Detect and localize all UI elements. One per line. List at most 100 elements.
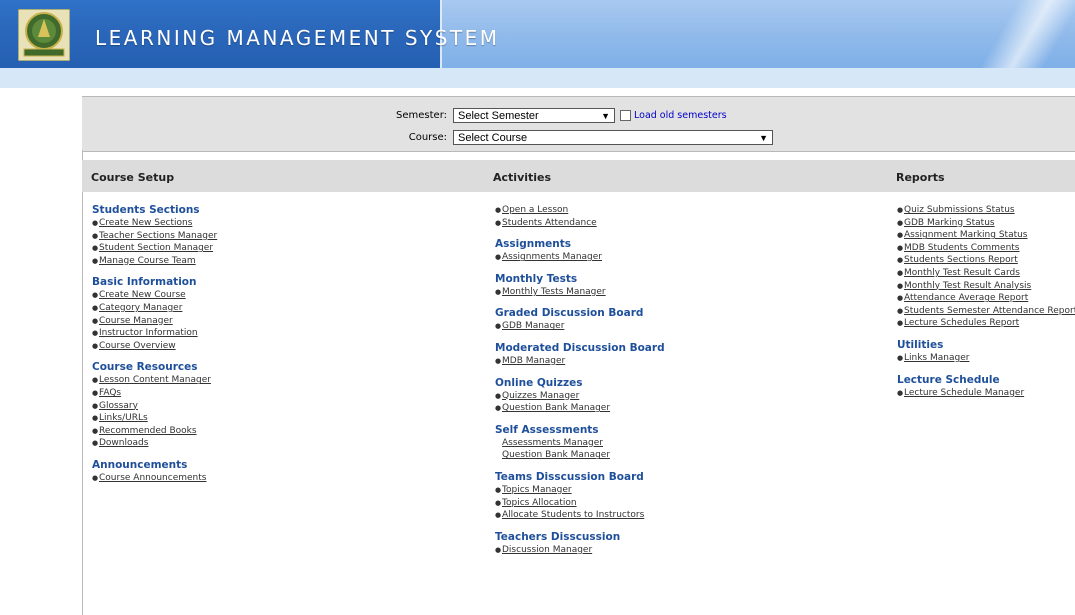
link-label: Monthly Tests Manager	[502, 286, 606, 297]
group-title: Self Assessments	[495, 423, 599, 436]
content-border	[82, 150, 83, 615]
link-label: Instructor Information	[99, 328, 198, 339]
link-label: Quiz Submissions Status	[904, 205, 1015, 215]
link-label: Question Bank Manager	[502, 403, 611, 414]
bullet-icon: ●	[495, 206, 502, 214]
app-title: LEARNING MANAGEMENT SYSTEM	[95, 26, 500, 50]
bullet-icon: ●	[92, 256, 99, 265]
link-label: GDB Manager	[502, 321, 565, 332]
link-assignment-marking-status[interactable]: ●Assignment Marking Status	[897, 229, 1075, 242]
chevron-down-icon: ▼	[601, 110, 610, 121]
reports-column: ●Quiz Submissions Status ●GDB Marking Sta…	[897, 204, 1075, 408]
link-question-bank-manager[interactable]: Question Bank Manager	[495, 449, 665, 462]
link-label: Assignment Marking Status	[904, 230, 1028, 241]
link-label: Links/URLs	[99, 413, 148, 424]
university-seal-logo	[18, 9, 70, 61]
course-row: Course: Select Course ▼	[377, 130, 773, 145]
link-discussion-manager[interactable]: ●Discussion Manager	[495, 544, 665, 557]
course-select[interactable]: Select Course ▼	[453, 130, 773, 145]
link-group: Course Resources ●Lesson Content Manager ●…	[92, 361, 217, 450]
link-group: ●Quiz Submissions Status ●GDB Marking Sta…	[897, 204, 1075, 330]
link-gdb-manager[interactable]: ●GDB Manager	[495, 320, 665, 333]
link-label: Category Manager	[99, 302, 183, 313]
link-downloads[interactable]: ●Downloads	[92, 437, 217, 450]
link-lecture-schedules-report[interactable]: ●Lecture Schedules Report	[897, 317, 1075, 330]
app-header: LEARNING MANAGEMENT SYSTEM	[0, 0, 1075, 68]
semester-select[interactable]: Select Semester ▼	[453, 108, 615, 123]
link-label: Create New Sections	[99, 218, 193, 228]
link-quizzes-manager[interactable]: ●Quizzes Manager	[495, 390, 665, 403]
chevron-down-icon: ▼	[759, 132, 768, 143]
link-create-new-sections[interactable]: ●Create New Sections	[92, 217, 217, 230]
link-label: Downloads	[99, 438, 149, 449]
semester-label: Semester:	[396, 110, 447, 121]
link-faqs[interactable]: ●FAQs	[92, 387, 217, 400]
link-course-manager[interactable]: ●Course Manager	[92, 315, 217, 328]
link-manage-course-team[interactable]: ●Manage Course Team	[92, 255, 217, 268]
link-label: MDB Manager	[502, 355, 566, 366]
link-quiz-submissions-status[interactable]: ●Quiz Submissions Status	[897, 204, 1075, 217]
link-label: Course Manager	[99, 315, 173, 326]
link-label: Open a Lesson	[502, 205, 569, 215]
bullet-icon: ●	[495, 218, 502, 227]
link-assessments-manager[interactable]: Assessments Manager	[495, 437, 665, 450]
bullet-icon: ●	[495, 404, 502, 413]
link-student-section-manager[interactable]: ●Student Section Manager	[92, 242, 217, 255]
bullet-icon: ●	[897, 218, 904, 227]
link-recommended-books[interactable]: ●Recommended Books	[92, 425, 217, 438]
link-label: Monthly Test Result Analysis	[904, 280, 1032, 291]
link-course-announcements[interactable]: ●Course Announcements	[92, 472, 217, 485]
link-monthly-test-result-analysis[interactable]: ●Monthly Test Result Analysis	[897, 280, 1075, 293]
link-students-attendance[interactable]: ●Students Attendance	[495, 217, 665, 230]
link-topics-manager[interactable]: ●Topics Manager	[495, 484, 665, 497]
link-lesson-content-manager[interactable]: ●Lesson Content Manager	[92, 374, 217, 387]
link-links-manager[interactable]: ●Links Manager	[897, 352, 1075, 365]
group-title: Online Quizzes	[495, 376, 583, 389]
link-teacher-sections-manager[interactable]: ●Teacher Sections Manager	[92, 230, 217, 243]
link-group: Moderated Discussion Board ●MDB Manager	[495, 342, 665, 368]
link-category-manager[interactable]: ●Category Manager	[92, 302, 217, 315]
link-gdb-marking-status[interactable]: ●GDB Marking Status	[897, 217, 1075, 230]
load-old-semesters-label[interactable]: Load old semesters	[634, 110, 727, 121]
link-label: Question Bank Manager	[502, 450, 611, 461]
link-instructor-information[interactable]: ●Instructor Information	[92, 327, 217, 340]
link-mdb-manager[interactable]: ●MDB Manager	[495, 355, 665, 368]
link-label: Lecture Schedules Report	[904, 318, 1020, 329]
link-monthly-tests-manager[interactable]: ●Monthly Tests Manager	[495, 286, 665, 299]
link-create-new-course[interactable]: ●Create New Course	[92, 289, 217, 302]
link-group: ●Open a Lesson ●Students Attendance	[495, 204, 665, 229]
link-group: Self Assessments Assessments Manager Quest…	[495, 424, 665, 462]
link-links-urls[interactable]: ●Links/URLs	[92, 412, 217, 425]
link-group: Monthly Tests ●Monthly Tests Manager	[495, 273, 665, 299]
link-open-a-lesson[interactable]: ●Open a Lesson	[495, 204, 665, 217]
link-mdb-students-comments[interactable]: ●MDB Students Comments	[897, 242, 1075, 255]
bullet-icon: ●	[897, 231, 904, 240]
bullet-icon: ●	[897, 281, 904, 290]
link-students-semester-attendance-report[interactable]: ●Students Semester Attendance Report	[897, 305, 1075, 318]
bullet-icon: ●	[92, 291, 99, 300]
link-label: Students Semester Attendance Report	[904, 305, 1075, 316]
link-group: Teachers Disscussion ●Discussion Manager	[495, 531, 665, 557]
link-attendance-average-report[interactable]: ●Attendance Average Report	[897, 292, 1075, 305]
bullet-icon: ●	[92, 303, 99, 312]
link-label: Topics Manager	[502, 484, 572, 495]
bullet-icon: ●	[495, 287, 502, 296]
link-group: Assignments ●Assignments Manager	[495, 238, 665, 264]
link-lecture-schedule-manager[interactable]: ●Lecture Schedule Manager	[897, 387, 1075, 400]
link-course-overview[interactable]: ●Course Overview	[92, 340, 217, 353]
bullet-icon: ●	[92, 329, 99, 338]
load-old-semesters-checkbox[interactable]	[620, 110, 631, 121]
link-question-bank-manager[interactable]: ●Question Bank Manager	[495, 402, 665, 415]
link-label: Topics Allocation	[502, 497, 577, 508]
bullet-icon: ●	[897, 268, 904, 277]
link-monthly-test-result-cards[interactable]: ●Monthly Test Result Cards	[897, 267, 1075, 280]
link-assignments-manager[interactable]: ●Assignments Manager	[495, 251, 665, 264]
link-glossary[interactable]: ●Glossary	[92, 400, 217, 413]
link-allocate-students-to-instructors[interactable]: ●Allocate Students to Instructors	[495, 509, 665, 522]
course-label: Course:	[408, 132, 447, 143]
bullet-icon: ●	[897, 256, 904, 265]
group-title: Moderated Discussion Board	[495, 341, 665, 354]
link-students-sections-report[interactable]: ●Students Sections Report	[897, 254, 1075, 267]
activities-column: ●Open a Lesson ●Students Attendance Assign…	[495, 204, 665, 565]
link-topics-allocation[interactable]: ●Topics Allocation	[495, 497, 665, 510]
